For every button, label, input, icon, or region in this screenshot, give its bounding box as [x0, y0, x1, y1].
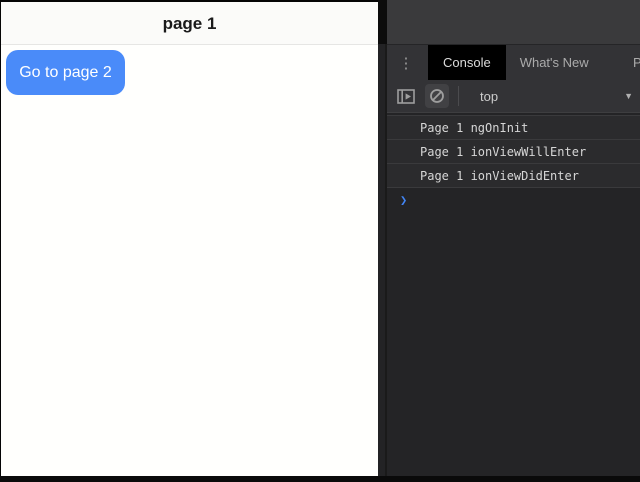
toolbar-divider [458, 86, 459, 106]
console-log-area[interactable]: Page 1 ngOnInit Page 1 ionViewWillEnter … [387, 113, 640, 212]
bottom-edge [0, 476, 640, 482]
tab-cutoff[interactable]: P [633, 45, 640, 80]
console-message: Page 1 ionViewDidEnter [387, 164, 640, 188]
dropdown-arrow-icon[interactable]: ▼ [624, 91, 633, 101]
panel-divider-top [378, 0, 387, 44]
console-message: Page 1 ngOnInit [387, 115, 640, 140]
app-preview-panel: page 1 Go to page 2 [1, 2, 378, 476]
console-message: Page 1 ionViewWillEnter [387, 140, 640, 164]
console-toolbar: top ▼ [387, 80, 640, 113]
devtools-panel: ⋮ Console What's New P top [387, 0, 640, 476]
frame-context-selector[interactable]: top [480, 89, 498, 104]
tab-console[interactable]: Console [428, 45, 506, 80]
console-message-text: Page 1 ionViewWillEnter [420, 145, 586, 159]
console-message-text: Page 1 ionViewDidEnter [420, 169, 579, 183]
panel-divider[interactable] [378, 0, 387, 476]
go-to-page-2-button[interactable]: Go to page 2 [6, 50, 125, 95]
screenshot-root: page 1 Go to page 2 ⋮ Console What's New… [0, 0, 640, 482]
prompt-chevron-icon: ❯ [400, 193, 407, 207]
show-console-sidebar-icon[interactable] [396, 84, 416, 108]
tab-whats-new[interactable]: What's New [506, 45, 603, 80]
page-title: page 1 [163, 12, 217, 34]
kebab-menu-icon[interactable]: ⋮ [395, 45, 417, 80]
clear-console-icon[interactable] [425, 84, 449, 108]
console-message-text: Page 1 ngOnInit [420, 121, 528, 135]
devtools-header-area [387, 0, 640, 45]
console-prompt[interactable]: ❯ [387, 188, 640, 212]
app-header: page 1 [1, 2, 378, 45]
devtools-tab-bar: ⋮ Console What's New P [387, 45, 640, 80]
